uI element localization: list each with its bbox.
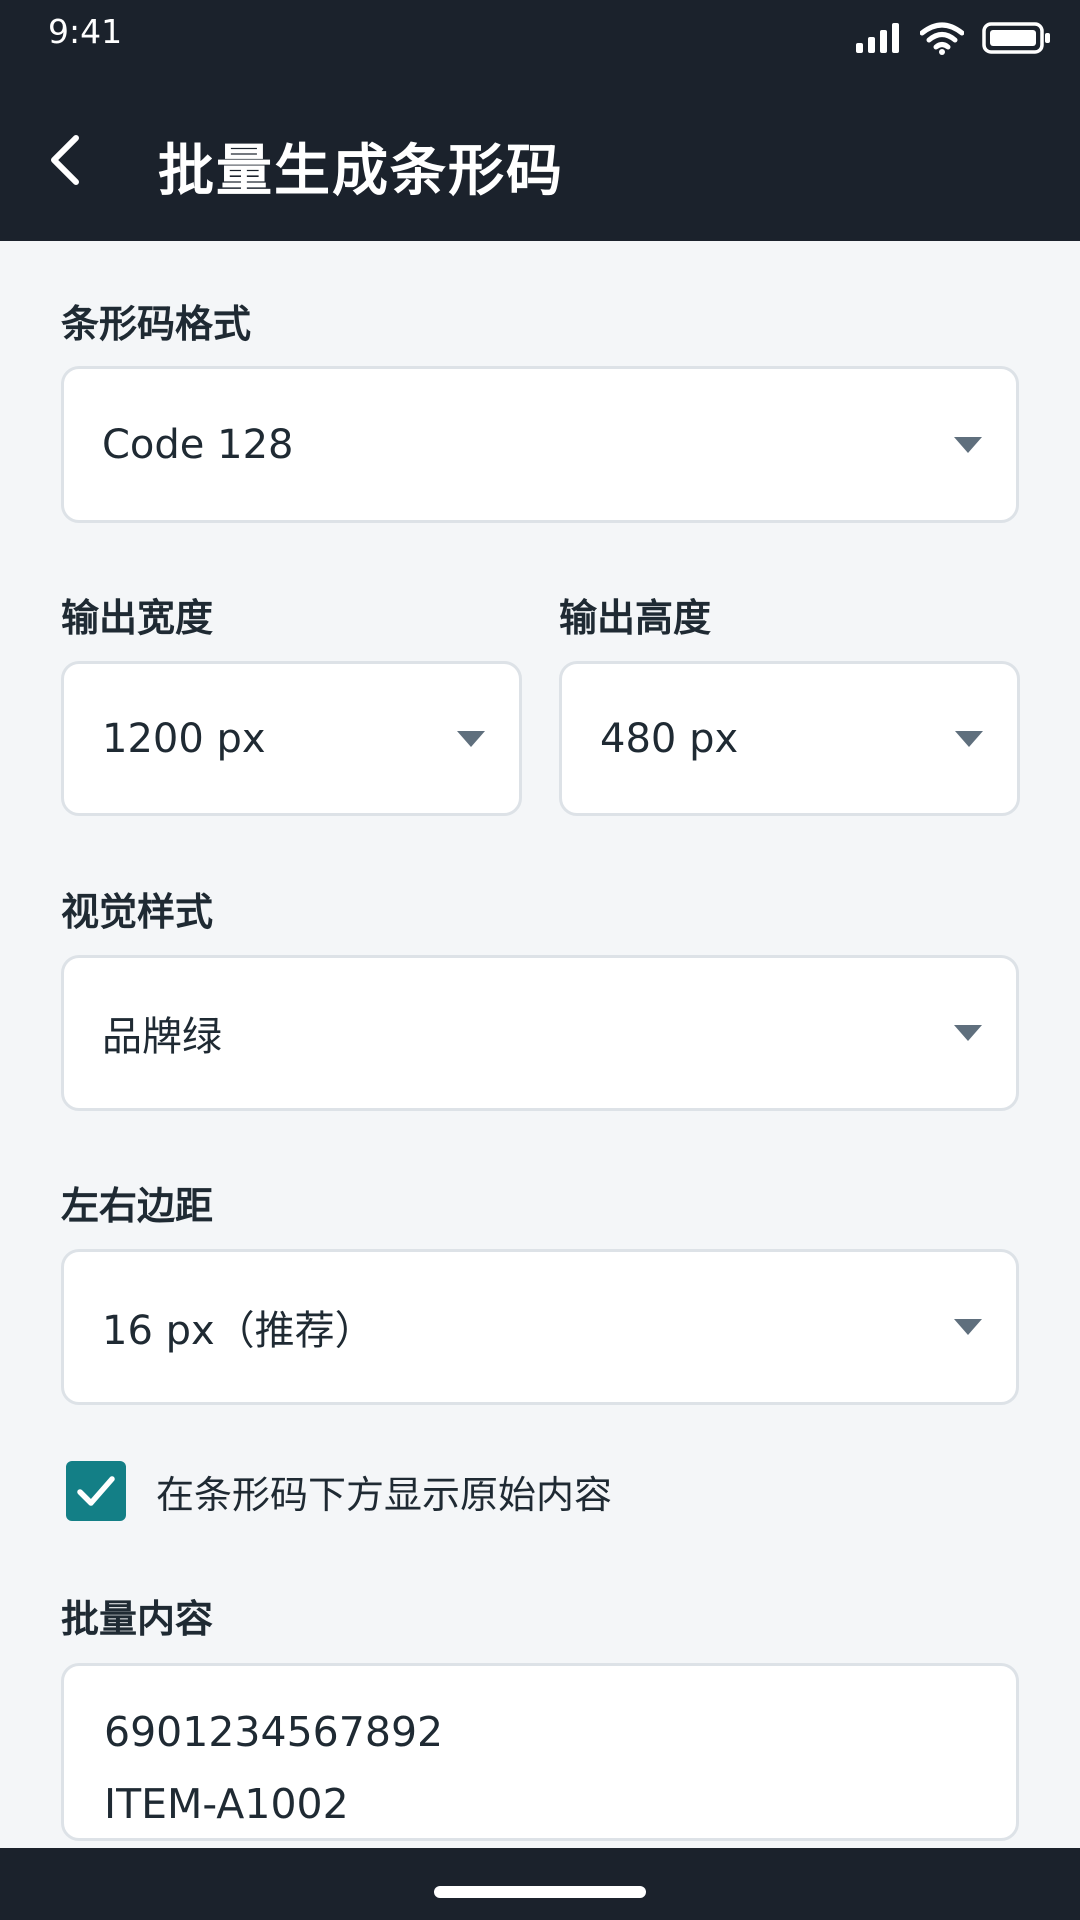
screen: 9:41 批量生成条形码 条形码格式 Code 128 输出宽度 输出高度 12…	[0, 0, 1080, 1920]
style-label: 视觉样式	[61, 890, 214, 934]
width-value: 1200 px	[102, 715, 266, 762]
batch-line: 6901234567892	[104, 1708, 444, 1756]
signal-icon	[856, 23, 899, 53]
height-label: 输出高度	[559, 596, 712, 640]
height-select[interactable]: 480 px	[559, 661, 1020, 816]
checkmark-icon	[77, 1476, 115, 1506]
show-text-option[interactable]: 在条形码下方显示原始内容	[66, 1461, 612, 1521]
page-title: 批量生成条形码	[158, 139, 564, 204]
dropdown-caret-icon	[954, 436, 982, 453]
batch-line: ITEM-A1002	[104, 1780, 349, 1828]
dropdown-caret-icon	[954, 1319, 982, 1335]
show-text-label: 在条形码下方显示原始内容	[156, 1472, 613, 1517]
width-label: 输出宽度	[61, 596, 214, 640]
app-header: 9:41 批量生成条形码	[0, 0, 1080, 241]
chevron-left-icon	[51, 135, 79, 185]
format-select[interactable]: Code 128	[61, 366, 1019, 523]
show-text-checkbox[interactable]	[66, 1461, 126, 1521]
width-select[interactable]: 1200 px	[61, 661, 522, 816]
batch-label: 批量内容	[61, 1597, 214, 1641]
format-value: Code 128	[102, 421, 294, 468]
height-value: 480 px	[600, 715, 739, 762]
back-button[interactable]	[30, 120, 100, 200]
style-value: 品牌绿	[102, 1014, 222, 1060]
dropdown-caret-icon	[954, 1025, 982, 1041]
home-indicator[interactable]	[434, 1886, 646, 1898]
battery-icon	[982, 22, 1050, 54]
margin-value: 16 px（推荐）	[102, 1308, 375, 1354]
batch-textarea[interactable]: 6901234567892 ITEM-A1002	[61, 1663, 1019, 1841]
margin-label: 左右边距	[61, 1184, 214, 1228]
status-icons	[856, 18, 1052, 58]
format-label: 条形码格式	[61, 302, 252, 346]
dropdown-caret-icon	[457, 730, 485, 747]
system-nav-bar	[0, 1848, 1080, 1920]
margin-select[interactable]: 16 px（推荐）	[61, 1249, 1019, 1405]
status-time: 9:41	[48, 12, 123, 51]
style-select[interactable]: 品牌绿	[61, 955, 1019, 1111]
dropdown-caret-icon	[955, 730, 983, 747]
wifi-icon	[920, 22, 964, 55]
